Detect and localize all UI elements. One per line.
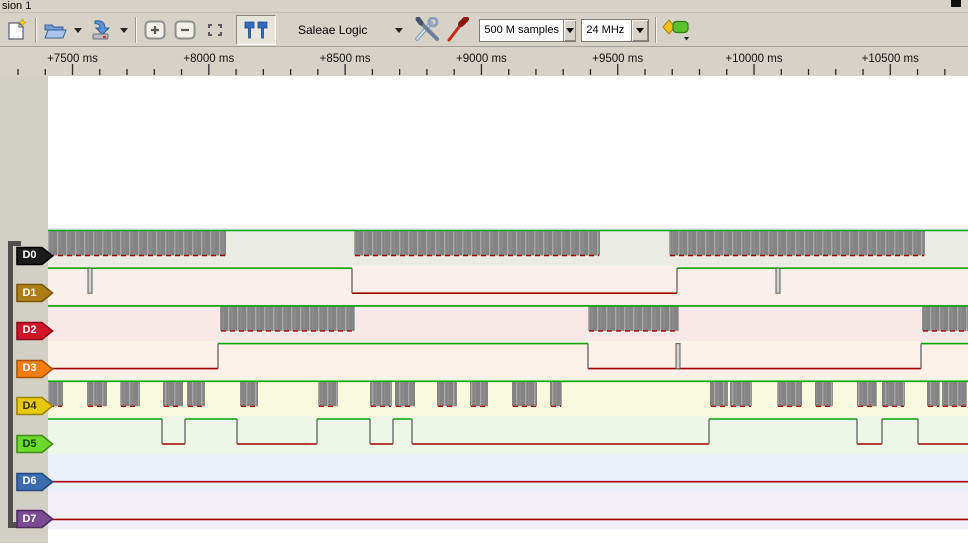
- device-selector[interactable]: Saleae Logic: [298, 23, 405, 37]
- channel-tag-d0[interactable]: D0: [16, 246, 54, 266]
- chevron-down-icon: [120, 28, 128, 33]
- zoom-in-button[interactable]: [140, 15, 170, 45]
- ruler-label: +8500 ms: [320, 53, 371, 65]
- sample-rate-dropdown[interactable]: [631, 20, 648, 41]
- options-button[interactable]: [411, 15, 443, 45]
- device-status-icon: [662, 17, 696, 43]
- open-dropdown-button[interactable]: [70, 15, 86, 45]
- channel-band-d6[interactable]: [48, 454, 968, 492]
- export-icon: [88, 18, 114, 42]
- channel-band-d3[interactable]: [48, 341, 968, 379]
- channel-tag-d3[interactable]: D3: [16, 359, 54, 379]
- ruler-label: +8000 ms: [183, 53, 234, 65]
- channel-tag-d6[interactable]: D6: [16, 472, 54, 492]
- channel-group-bracket: [8, 241, 13, 528]
- probe-icon: [446, 17, 470, 43]
- toolbar-divider: [0, 46, 968, 47]
- device-status-button[interactable]: [660, 15, 698, 45]
- open-icon: [42, 18, 68, 42]
- device-selector-label: Saleae Logic: [298, 23, 367, 37]
- toolbar-separator: [655, 17, 657, 43]
- channel-band-d1[interactable]: [48, 266, 968, 304]
- channel-tag-d2[interactable]: D2: [16, 321, 54, 341]
- channel-tag-d4[interactable]: D4: [16, 396, 54, 416]
- time-ruler[interactable]: +7500 ms +8000 ms +8500 ms +9000 ms +9500 ms…: [0, 48, 968, 76]
- toolbar-separator: [35, 17, 37, 43]
- main-toolbar: Saleae Logic 500 M samples: [0, 13, 968, 47]
- ruler-label: +9000 ms: [456, 53, 507, 65]
- channel-tag-d1[interactable]: D1: [16, 283, 54, 303]
- toolbar-separator: [135, 17, 137, 43]
- chevron-down-icon: [636, 28, 644, 33]
- zoom-in-icon: [143, 19, 167, 41]
- ruler-label: +10500 ms: [862, 53, 919, 65]
- sample-rate-value: 24 MHz: [582, 24, 631, 36]
- waveform-canvas[interactable]: [48, 76, 968, 543]
- channel-tag-label: D7: [16, 509, 43, 529]
- window-title: sion 1: [2, 0, 31, 12]
- channel-tag-label: D3: [16, 359, 43, 379]
- channel-tag-label: D4: [16, 396, 43, 416]
- time-ruler-canvas: +7500 ms +8000 ms +8500 ms +9000 ms +9500 ms…: [0, 48, 968, 76]
- chevron-down-icon: [395, 28, 403, 33]
- ruler-label: +9500 ms: [592, 53, 643, 65]
- export-button[interactable]: [86, 15, 116, 45]
- channel-tag-d7[interactable]: D7: [16, 509, 54, 529]
- timing-marker-icon: [239, 18, 273, 42]
- sample-rate-select[interactable]: 24 MHz: [581, 19, 649, 42]
- new-capture-button[interactable]: [2, 15, 32, 45]
- channel-tag-label: D0: [16, 246, 43, 266]
- channel-tag-label: D1: [16, 283, 43, 303]
- channel-band-d5[interactable]: [48, 417, 968, 455]
- options-tools-icon: [413, 17, 441, 43]
- chevron-down-icon: [566, 28, 574, 33]
- chevron-down-icon: [74, 28, 82, 33]
- ruler-label: +7500 ms: [47, 53, 98, 65]
- waveform-panel[interactable]: [48, 76, 968, 543]
- sample-count-dropdown[interactable]: [563, 20, 576, 41]
- channel-tag-label: D2: [16, 321, 43, 341]
- window-control-fragment: [951, 0, 961, 7]
- export-dropdown-button[interactable]: [116, 15, 132, 45]
- zoom-fit-button[interactable]: [200, 15, 230, 45]
- sample-count-value: 500 M samples: [480, 24, 563, 36]
- channel-band-d7[interactable]: [48, 492, 968, 530]
- channel-tag-label: D6: [16, 472, 43, 492]
- channel-tag-d5[interactable]: D5: [16, 434, 54, 454]
- zoom-out-button[interactable]: [170, 15, 200, 45]
- new-capture-icon: [5, 18, 29, 42]
- timing-marker-toggle[interactable]: [236, 15, 276, 45]
- sample-count-select[interactable]: 500 M samples: [479, 19, 576, 42]
- zoom-fit-icon: [203, 19, 227, 41]
- ruler-label: +10000 ms: [725, 53, 782, 65]
- zoom-out-icon: [173, 19, 197, 41]
- channel-tag-label: D5: [16, 434, 43, 454]
- probe-button[interactable]: [443, 15, 473, 45]
- open-button[interactable]: [40, 15, 70, 45]
- channel-band-d2[interactable]: [48, 303, 968, 341]
